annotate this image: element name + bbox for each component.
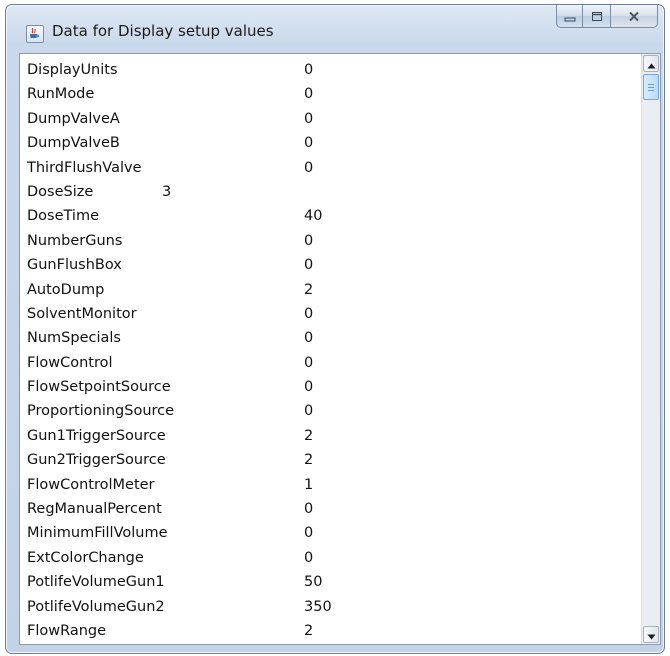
setting-value: 350 [304,598,332,615]
setting-name: RunMode [27,86,95,103]
setting-name: NumSpecials [27,330,121,347]
setting-value: 0 [304,135,314,152]
list-item[interactable]: NumberGuns 0 [27,233,627,257]
list-item[interactable]: MinimumFillVolume 0 [27,525,627,549]
list-item[interactable]: AutoDump 2 [27,282,627,306]
setting-name: NumberGuns [27,232,123,249]
setting-value: 2 [304,281,314,298]
setting-value: 2 [304,452,314,469]
scroll-thumb[interactable] [643,74,659,100]
list-item[interactable]: DoseSize 3 [27,184,627,208]
setting-name: MinimumFillVolume [27,525,168,542]
list-item[interactable]: DisplayUnits 0 [27,62,627,86]
setting-name: Gun2TriggerSource [27,452,166,469]
setting-name: DumpValveA [27,110,120,127]
list-item[interactable]: PotlifeVolumeGun1 50 [27,574,627,598]
setting-value: 0 [304,305,314,322]
setting-value: 0 [304,330,314,347]
list-item[interactable]: DoseTime 40 [27,208,627,232]
setting-value: 2 [304,427,314,444]
list-item[interactable]: RegManualPercent 0 [27,501,627,525]
setting-name: DoseTime [27,208,99,225]
setting-name: ThirdFlushValve [27,159,142,176]
setting-value: 0 [304,232,314,249]
setting-name: DoseSize [27,183,94,200]
setting-name: AutoDump [27,281,105,298]
setting-value: 2 [304,622,314,639]
java-app-icon[interactable] [26,25,44,43]
close-icon [628,7,640,26]
thumb-grip [648,87,654,88]
setting-value: 0 [304,110,314,127]
setting-value: 0 [304,549,314,566]
list-item[interactable]: ThirdFlushValve 0 [27,160,627,184]
setting-name: GunFlushBox [27,257,122,274]
list-item[interactable]: GunFlushBox 0 [27,257,627,281]
list-item[interactable]: Gun2TriggerSource 2 [27,452,627,476]
setting-value: 0 [304,403,314,420]
list-item[interactable]: DumpValveA 0 [27,111,627,135]
setting-value: 0 [304,159,314,176]
setting-name: SolventMonitor [27,305,137,322]
setting-name: DisplayUnits [27,62,118,78]
scroll-up-button[interactable] [643,55,659,72]
list-item[interactable]: FlowSetpointSource 0 [27,379,627,403]
minimize-icon [564,7,576,26]
setting-name: FlowControlMeter [27,476,155,493]
setting-value: 0 [304,525,314,542]
caption-buttons [556,5,658,29]
maximize-icon [591,7,603,26]
setting-value: 0 [304,354,314,371]
setting-value: 50 [304,574,323,591]
vertical-scrollbar[interactable] [641,54,660,644]
list-item[interactable]: RunMode 0 [27,86,627,110]
setting-name: DumpValveB [27,135,120,152]
minimize-button[interactable] [556,5,583,28]
setting-value: 3 [162,183,172,200]
maximize-button[interactable] [583,5,611,28]
list-item[interactable]: DumpValveB 0 [27,135,627,159]
arrow-up-icon [647,54,656,73]
setting-value: 0 [304,257,314,274]
setting-value: 1 [304,476,314,493]
thumb-grip [648,90,654,91]
window-title: Data for Display setup values [52,22,274,40]
setting-value: 0 [304,62,314,78]
setting-value: 40 [304,208,323,225]
setup-values-list: DisplayUnits 0 RunMode 0 DumpValveA 0 DumpValv… [27,62,627,644]
setting-value: 0 [304,86,314,103]
setting-name: ProportioningSource [27,403,175,420]
setting-name: PotlifeVolumeGun1 [27,574,165,591]
arrow-down-icon [647,625,656,644]
setting-name: PotlifeVolumeGun2 [27,598,165,615]
setting-name: FlowControl [27,354,113,371]
setting-name: RegManualPercent [27,501,162,518]
setting-value: 0 [304,501,314,518]
close-button[interactable] [611,5,658,28]
list-item[interactable]: PotlifeVolumeGun2 350 [27,599,627,623]
app-window: Data for Display setup values DisplayUni… [5,4,665,654]
list-item[interactable]: SolventMonitor 0 [27,306,627,330]
list-item[interactable]: Gun1TriggerSource 2 [27,428,627,452]
scroll-down-button[interactable] [643,626,659,643]
list-item[interactable]: FlowControlMeter 1 [27,477,627,501]
list-item[interactable]: ProportioningSource 0 [27,403,627,427]
list-item[interactable]: FlowRange 2 [27,622,627,644]
setting-name: FlowRange [27,622,107,639]
setting-value: 0 [304,379,314,396]
values-list-panel[interactable]: DisplayUnits 0 RunMode 0 DumpValveA 0 DumpValv… [19,53,661,645]
setting-name: ExtColorChange [27,549,144,566]
title-bar[interactable]: Data for Display setup values [6,5,664,53]
thumb-grip [648,84,654,85]
list-item[interactable]: ExtColorChange 0 [27,550,627,574]
list-item[interactable]: NumSpecials 0 [27,330,627,354]
list-item[interactable]: FlowControl 0 [27,355,627,379]
setting-name: FlowSetpointSource [27,379,171,396]
setting-name: Gun1TriggerSource [27,427,166,444]
